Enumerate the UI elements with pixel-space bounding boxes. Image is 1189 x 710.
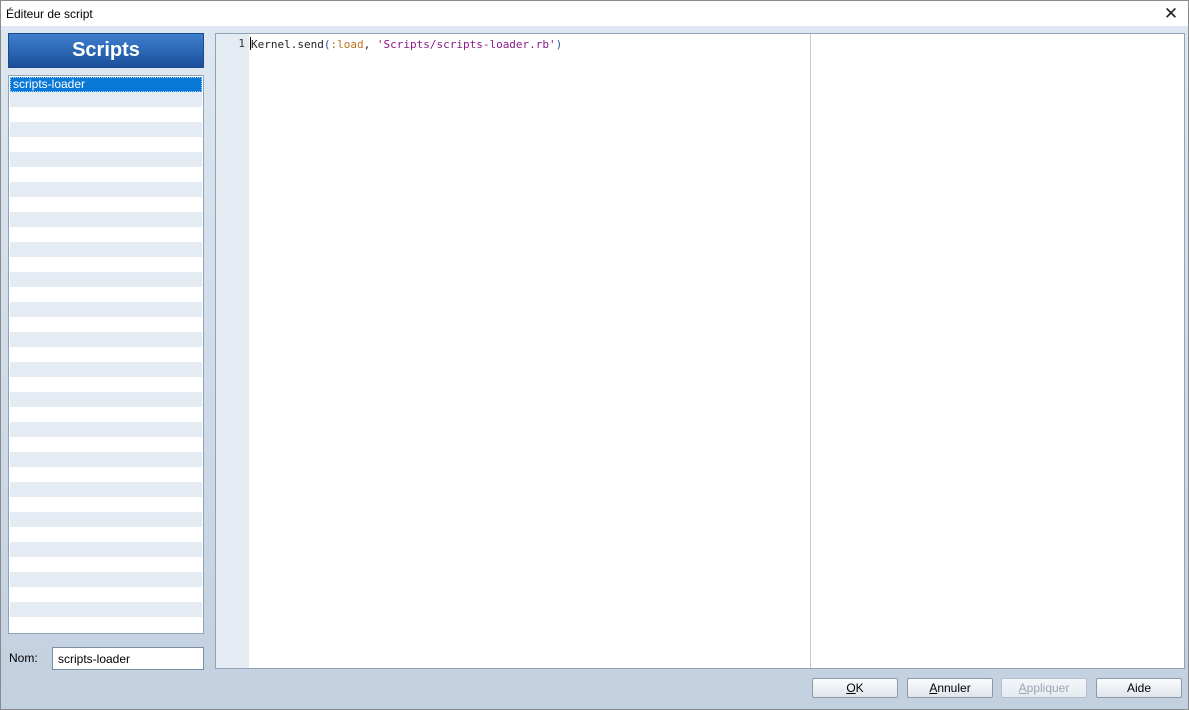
code-editor[interactable]: 1 Kernel.send(:load, 'Scripts/scripts-lo… <box>215 33 1185 669</box>
code-token-paren: ) <box>555 38 563 51</box>
window-title: Éditeur de script <box>6 7 93 21</box>
script-list-empty-row[interactable] <box>10 272 202 287</box>
code-token-symbol: :load <box>330 38 364 51</box>
script-list-empty-row[interactable] <box>10 527 202 542</box>
script-list-empty-row[interactable] <box>10 617 202 632</box>
script-list-empty-row[interactable] <box>10 302 202 317</box>
script-list-empty-row[interactable] <box>10 137 202 152</box>
script-list-empty-row[interactable] <box>10 542 202 557</box>
script-list[interactable]: scripts-loader <box>8 75 204 634</box>
cancel-button[interactable]: Annuler <box>907 678 993 698</box>
script-list-empty-row[interactable] <box>10 287 202 302</box>
script-list-empty-row[interactable] <box>10 242 202 257</box>
script-list-empty-row[interactable] <box>10 362 202 377</box>
code-token-plain: , <box>363 38 377 51</box>
script-list-empty-row[interactable] <box>10 602 202 617</box>
script-list-item-selected[interactable]: scripts-loader <box>10 77 202 92</box>
script-list-empty-row[interactable] <box>10 452 202 467</box>
close-icon[interactable]: ✕ <box>1154 1 1188 26</box>
script-list-empty-row[interactable] <box>10 332 202 347</box>
script-list-empty-row[interactable] <box>10 197 202 212</box>
code-token-string: 'Scripts/scripts-loader.rb' <box>376 38 556 51</box>
script-list-empty-row[interactable] <box>10 152 202 167</box>
cancel-button-rest: nnuler <box>937 681 971 695</box>
script-list-empty-row[interactable] <box>10 182 202 197</box>
script-list-empty-row[interactable] <box>10 92 202 107</box>
code-line[interactable]: Kernel.send(:load, 'Scripts/scripts-load… <box>250 37 562 51</box>
editor-margin-line <box>810 34 811 668</box>
script-list-empty-row[interactable] <box>10 377 202 392</box>
script-list-empty-row[interactable] <box>10 557 202 572</box>
ok-button-mnemonic: O <box>846 681 856 695</box>
apply-button-rest: ppliquer <box>1026 681 1070 695</box>
script-list-empty-row[interactable] <box>10 107 202 122</box>
script-list-empty-row[interactable] <box>10 347 202 362</box>
code-token-plain: Kernel.send <box>251 38 324 51</box>
script-list-empty-row[interactable] <box>10 512 202 527</box>
ok-button-rest: K <box>855 681 864 695</box>
script-list-empty-row[interactable] <box>10 317 202 332</box>
name-label: Nom: <box>9 651 38 665</box>
scripts-panel-header: Scripts <box>8 33 204 68</box>
apply-button[interactable]: Appliquer <box>1001 678 1087 698</box>
script-list-empty-row[interactable] <box>10 257 202 272</box>
script-list-empty-row[interactable] <box>10 497 202 512</box>
ok-button[interactable]: OK <box>812 678 898 698</box>
script-list-empty-row[interactable] <box>10 482 202 497</box>
cancel-button-mnemonic: A <box>929 681 938 695</box>
script-list-empty-row[interactable] <box>10 212 202 227</box>
script-list-empty-row[interactable] <box>10 437 202 452</box>
script-list-empty-row[interactable] <box>10 227 202 242</box>
title-bar: Éditeur de script ✕ <box>1 1 1188 26</box>
script-list-empty-row[interactable] <box>10 167 202 182</box>
script-list-empty-row[interactable] <box>10 572 202 587</box>
help-button[interactable]: Aide <box>1096 678 1182 698</box>
script-list-empty-row[interactable] <box>10 392 202 407</box>
name-input[interactable] <box>52 647 204 670</box>
script-list-empty-row[interactable] <box>10 122 202 137</box>
script-list-empty-row[interactable] <box>10 587 202 602</box>
line-number: 1 <box>238 37 245 50</box>
script-list-empty-row[interactable] <box>10 422 202 437</box>
line-number-gutter: 1 <box>216 34 249 668</box>
script-list-empty-row[interactable] <box>10 407 202 422</box>
apply-button-mnemonic: A <box>1018 681 1027 695</box>
script-list-empty-row[interactable] <box>10 467 202 482</box>
